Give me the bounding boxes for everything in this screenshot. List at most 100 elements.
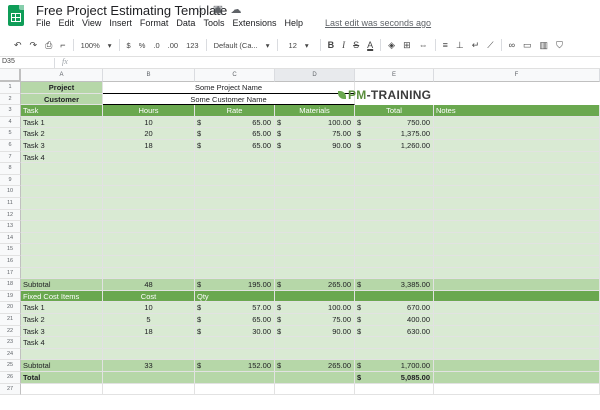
sheet-cell[interactable]: [103, 198, 195, 210]
text-color-button[interactable]: A: [367, 40, 373, 50]
sheet-cell[interactable]: Fixed Cost Items: [21, 290, 103, 303]
undo-icon[interactable]: ↶: [14, 40, 22, 51]
row-header[interactable]: 3: [0, 105, 21, 117]
sheet-cell[interactable]: Task 2: [21, 128, 103, 140]
row-header[interactable]: 18: [0, 279, 21, 291]
more-formats-select[interactable]: 123: [186, 41, 199, 50]
row-header[interactable]: 7: [0, 151, 21, 164]
chevron-down-icon[interactable]: ▾: [108, 41, 112, 50]
sheet-cell[interactable]: [21, 267, 103, 280]
sheet-cell[interactable]: [275, 348, 355, 361]
sheet-cell[interactable]: $1,700.00: [355, 360, 434, 372]
sheet-cell[interactable]: $630.00: [355, 325, 434, 338]
chevron-down-icon[interactable]: ▾: [266, 41, 270, 50]
sheet-cell[interactable]: Qty: [195, 290, 275, 303]
sheet-cell[interactable]: [434, 302, 600, 314]
sheet-cell[interactable]: Task 1: [21, 302, 103, 314]
sheet-cell[interactable]: Subtotal: [21, 360, 103, 372]
sheet-cell[interactable]: [275, 290, 355, 303]
sheet-cell[interactable]: Task: [21, 105, 103, 117]
sheet-cell[interactable]: $57.00: [195, 302, 275, 314]
row-header[interactable]: 19: [0, 290, 21, 303]
sheet-cell[interactable]: [195, 244, 275, 256]
row-header[interactable]: 16: [0, 256, 21, 268]
sheet-cell[interactable]: Rate: [195, 105, 275, 117]
row-header[interactable]: 22: [0, 325, 21, 338]
sheet-cell[interactable]: [21, 244, 103, 256]
sheet-cell[interactable]: [195, 372, 275, 384]
borders-icon[interactable]: ⊞: [403, 40, 411, 51]
column-header[interactable]: F: [434, 69, 600, 82]
sheet-cell[interactable]: $3,385.00: [355, 279, 434, 291]
sheet-cell[interactable]: [275, 267, 355, 280]
sheet-cell[interactable]: [21, 198, 103, 210]
name-box[interactable]: D35: [2, 58, 15, 65]
row-header[interactable]: 23: [0, 337, 21, 349]
sheet-cell[interactable]: [195, 174, 275, 187]
bold-button[interactable]: B: [328, 40, 335, 50]
zoom-select[interactable]: 100%: [81, 41, 100, 50]
row-header[interactable]: 24: [0, 348, 21, 361]
sheet-cell[interactable]: Total: [21, 372, 103, 384]
print-icon[interactable]: ⎙: [45, 40, 52, 51]
column-header[interactable]: A: [21, 69, 103, 82]
sheet-cell[interactable]: Task 3: [21, 325, 103, 338]
column-header[interactable]: E: [355, 69, 434, 82]
sheet-cell[interactable]: [195, 186, 275, 198]
sheet-cell[interactable]: [195, 163, 275, 175]
sheet-cell[interactable]: 5: [103, 314, 195, 326]
menu-edit[interactable]: Edit: [59, 18, 75, 28]
sheet-cell[interactable]: Task 4: [21, 337, 103, 349]
font-family-select[interactable]: Default (Ca...: [214, 41, 258, 50]
sheet-cell[interactable]: $1,260.00: [355, 140, 434, 152]
text-wrap-icon[interactable]: ↵: [472, 40, 480, 51]
paint-format-icon[interactable]: ⌐: [60, 40, 65, 50]
decrease-decimal-button[interactable]: .0: [153, 41, 159, 50]
sheet-cell[interactable]: [434, 290, 600, 303]
sheet-cell[interactable]: [434, 174, 600, 187]
sheet-cell[interactable]: $65.00: [195, 140, 275, 152]
star-icon[interactable]: ☆: [194, 3, 206, 16]
sheet-cell[interactable]: Notes: [434, 105, 600, 117]
sheet-cell[interactable]: Task 4: [21, 151, 103, 164]
sheet-cell[interactable]: [355, 151, 434, 164]
column-header[interactable]: C: [195, 69, 275, 82]
row-header[interactable]: 5: [0, 128, 21, 140]
row-header[interactable]: 25: [0, 360, 21, 372]
merge-cells-icon[interactable]: ⇔: [419, 40, 428, 50]
sheet-cell[interactable]: [275, 151, 355, 164]
sheet-cell[interactable]: Cost: [103, 290, 195, 303]
last-edit-link[interactable]: Last edit was seconds ago: [325, 18, 431, 28]
sheet-cell[interactable]: $750.00: [355, 116, 434, 129]
sheet-cell[interactable]: [275, 186, 355, 198]
sheet-cell[interactable]: [355, 383, 434, 396]
sheet-cell[interactable]: Task 3: [21, 140, 103, 152]
sheet-cell[interactable]: [21, 348, 103, 361]
sheet-cell[interactable]: [355, 348, 434, 361]
menu-data[interactable]: Data: [176, 18, 195, 28]
increase-decimal-button[interactable]: .00: [168, 41, 178, 50]
sheet-cell[interactable]: [195, 232, 275, 245]
row-header[interactable]: 13: [0, 221, 21, 233]
sheet-cell[interactable]: $5,085.00: [355, 372, 434, 384]
row-header[interactable]: 27: [0, 383, 21, 396]
sheet-cell[interactable]: Materials: [275, 105, 355, 117]
sheet-cell[interactable]: [434, 116, 600, 129]
sheet-cell[interactable]: [195, 209, 275, 222]
sheet-cell[interactable]: 10: [103, 116, 195, 129]
redo-icon[interactable]: ↷: [30, 40, 38, 51]
sheet-cell[interactable]: [434, 221, 600, 233]
sheet-cell[interactable]: [434, 325, 600, 338]
italic-button[interactable]: I: [342, 40, 345, 50]
sheet-cell[interactable]: $65.00: [195, 116, 275, 129]
sheet-cell[interactable]: [355, 198, 434, 210]
sheet-cell[interactable]: Some Customer Name: [103, 93, 355, 106]
sheet-cell[interactable]: [103, 383, 195, 396]
sheet-cell[interactable]: $75.00: [275, 128, 355, 140]
sheet-cell[interactable]: Project: [21, 82, 103, 94]
row-header[interactable]: 10: [0, 186, 21, 198]
row-header[interactable]: 8: [0, 163, 21, 175]
menu-help[interactable]: Help: [284, 18, 303, 28]
sheet-cell[interactable]: [275, 244, 355, 256]
row-header[interactable]: 12: [0, 209, 21, 222]
